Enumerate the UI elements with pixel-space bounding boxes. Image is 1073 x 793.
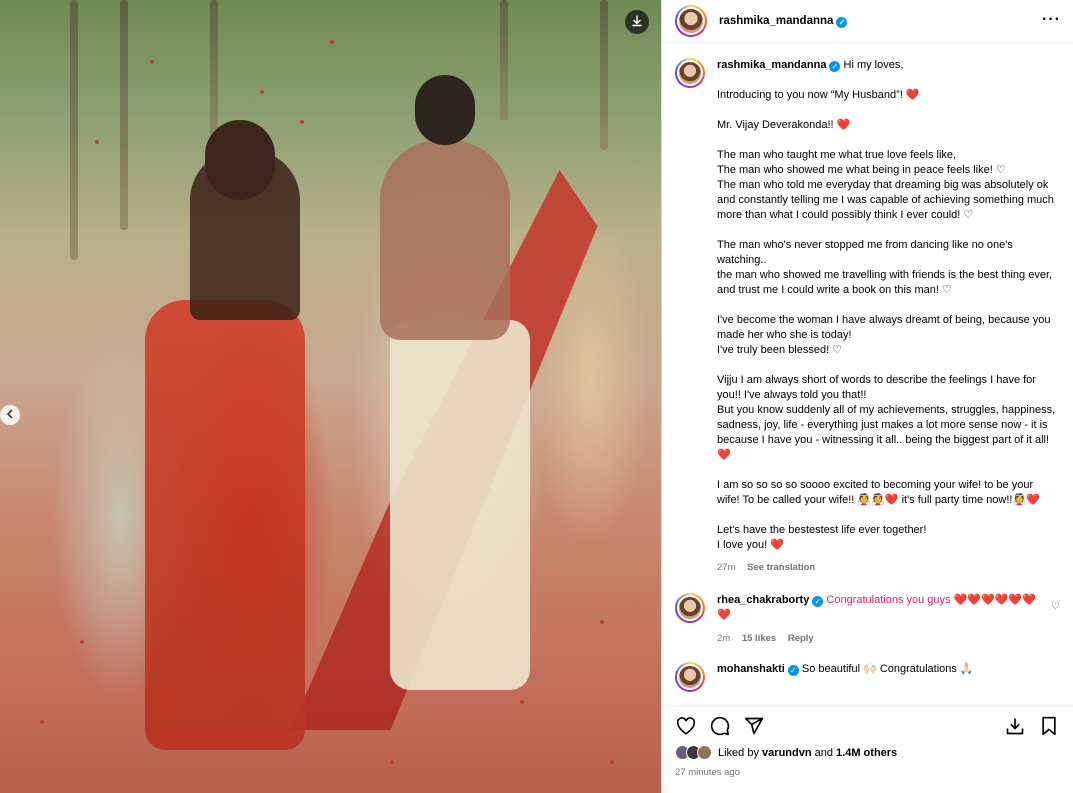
caption-meta: 27m See translation (717, 560, 1057, 575)
caption-paragraph: I've become the woman I have always drea… (717, 314, 1051, 356)
comment-item: rhea_chakraborty ✓ Congratulations you gu… (662, 593, 1073, 646)
caption-paragraph: The man who's never stopped me from danc… (717, 239, 1053, 296)
send-icon[interactable] (742, 714, 766, 738)
likes-prefix: Liked by (718, 746, 759, 759)
caption-time: 27m (717, 562, 736, 573)
bookmark-icon[interactable] (1037, 714, 1061, 738)
caption-paragraph: Mr. Vijay Deverakonda!! ❤️ (717, 119, 851, 131)
more-horizontal-icon[interactable]: ··· (1042, 12, 1061, 28)
likes-summary: Liked by varundvn and 1.4M others (675, 745, 897, 760)
groom-dhoti (390, 320, 530, 690)
reply-button[interactable]: Reply (788, 633, 814, 644)
post-side-panel: rashmika_mandanna ✓ ··· rashmika_mandanna… (661, 0, 1073, 793)
verified-badge-icon: ✓ (812, 596, 824, 607)
groom-back (380, 140, 510, 340)
avatar[interactable] (675, 593, 705, 623)
background-tree (70, 0, 78, 260)
caption: rashmika_mandanna ✓ Hi my loves, Introduc… (662, 44, 1073, 575)
post-username[interactable]: rashmika_mandanna ✓ (719, 15, 848, 28)
comments-scroll-area[interactable]: rashmika_mandanna ✓ Hi my loves, Introduc… (662, 44, 1073, 704)
comment-icon[interactable] (708, 714, 732, 738)
caption-paragraph: Let's have the bestestest life ever toge… (717, 524, 927, 551)
heart-icon[interactable] (674, 714, 698, 738)
share-to-icon[interactable] (1003, 714, 1027, 738)
post-header: rashmika_mandanna ✓ ··· (662, 0, 1073, 43)
comment-time: 2m (717, 633, 731, 644)
caption-paragraph: I am so so so so soooo excited to becomi… (717, 479, 1040, 506)
groom-head (415, 75, 475, 145)
avatar[interactable] (675, 662, 705, 692)
likes-others[interactable]: 1.4M others (836, 747, 897, 759)
heart-icon[interactable]: ♡ (1051, 601, 1060, 612)
caption-paragraph: The man who taught me what true love fee… (717, 149, 1054, 221)
comment-item: mohanshakti ✓ So beautiful 🙌🏻 Congratulat… (662, 662, 1073, 692)
liker-avatars[interactable] (675, 745, 712, 760)
caption-paragraph: Introducing to you now “My Husband”! ❤️ (717, 89, 920, 101)
verified-badge-icon: ✓ (836, 16, 848, 28)
post-photo[interactable] (0, 0, 661, 793)
likes-user[interactable]: varundvn (762, 747, 812, 759)
comment-username[interactable]: rhea_chakraborty (717, 594, 809, 606)
verified-badge-icon: ✓ (829, 61, 841, 72)
comment-username[interactable]: mohanshakti (717, 663, 785, 675)
verified-badge-icon: ✓ (787, 665, 799, 676)
caption-username[interactable]: rashmika_mandanna (717, 59, 826, 71)
likes-and: and (814, 746, 833, 759)
caption-greeting: Hi my loves, (843, 59, 904, 71)
background-tree (210, 0, 218, 140)
bride-head (205, 120, 275, 200)
avatar[interactable] (675, 58, 705, 88)
background-tree (600, 0, 608, 150)
posted-time[interactable]: 27 minutes ago (675, 767, 740, 778)
comment-text: So beautiful 🙌🏻 Congratulations 🙏🏻 (801, 663, 974, 675)
caption-paragraphs: Introducing to you now “My Husband”! ❤️ M… (717, 88, 1057, 553)
background-tree (500, 0, 508, 120)
caption-paragraph: Vijju I am always short of words to desc… (717, 374, 1056, 461)
download-icon (631, 14, 643, 30)
see-translation-link[interactable]: See translation (747, 562, 815, 573)
download-button[interactable] (625, 10, 649, 34)
carousel-prev-button[interactable] (0, 405, 20, 425)
background-tree (120, 0, 128, 230)
bride-saree (145, 300, 305, 750)
comment-likes[interactable]: 15 likes (742, 633, 776, 644)
chevron-left-icon (6, 409, 14, 422)
post-actions (662, 705, 1073, 745)
avatar[interactable] (675, 5, 707, 37)
